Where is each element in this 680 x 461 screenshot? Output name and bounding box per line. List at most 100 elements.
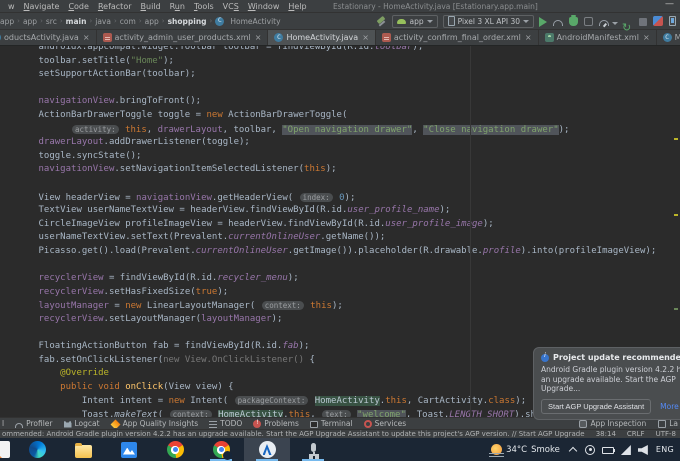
code-line[interactable]: recyclerView.setHasFixedSize(true); <box>6 286 680 300</box>
code-line[interactable]: toolbar.setTitle("Home"); <box>6 55 680 69</box>
tab-homeactivity-java[interactable]: HomeActivity.java× <box>268 30 376 45</box>
menu-item-refactor[interactable]: Refactor <box>98 2 132 11</box>
volume-icon[interactable] <box>637 445 648 455</box>
more-link[interactable]: More <box>660 402 679 411</box>
code-line[interactable]: userNameTextView.setText(Prevalent.curre… <box>6 231 680 245</box>
code-line[interactable]: drawerLayout.addDrawerListener(toggle); <box>6 136 680 150</box>
taskbar-chrome-work[interactable] <box>198 438 244 461</box>
chevron-up-icon[interactable] <box>568 445 578 455</box>
code-line[interactable]: recyclerView.setLayoutManager(layoutMana… <box>6 313 680 327</box>
breadcrumb-item-app[interactable]: app <box>145 17 159 26</box>
tab-activity-confirm-final-order-xml[interactable]: activity_confirm_final_order.xml × <box>376 30 539 45</box>
code-line[interactable]: activity: this, drawerLayout, toolbar, "… <box>6 123 680 137</box>
code-line[interactable]: androidx.appcompat.widget.Toolbar toolba… <box>6 46 680 55</box>
close-tab-icon[interactable]: × <box>643 33 650 42</box>
taskbar-photos[interactable] <box>106 438 152 461</box>
tab-mainactivity-java[interactable]: MainActivity.java× <box>657 30 680 45</box>
device-select[interactable]: Pixel 3 XL API 30 <box>442 14 534 28</box>
close-tab-icon[interactable]: × <box>255 33 262 42</box>
code-line[interactable]: navigationView.setNavigationItemSelected… <box>6 163 680 177</box>
line-separator[interactable]: CRLF <box>627 430 645 438</box>
build-hammer-icon[interactable] <box>376 16 387 27</box>
profiler-icon[interactable] <box>599 19 609 26</box>
toolwindow-problems[interactable]: Problems <box>253 419 299 428</box>
weather-widget[interactable]: 34°C Smoke <box>489 444 560 455</box>
network-icon[interactable] <box>620 445 631 455</box>
run-icon[interactable] <box>539 16 547 27</box>
language-indicator[interactable]: ENG <box>656 445 674 454</box>
caret-position[interactable]: 38:14 <box>596 430 616 438</box>
code-line[interactable]: setSupportActionBar(toolbar); <box>6 68 680 82</box>
notification-actions: Start AGP Upgrade Assistant More <box>541 398 680 414</box>
menu-item-tools[interactable]: Tools <box>194 2 214 11</box>
breadcrumb-item-homeactivity[interactable]: HomeActivity <box>230 17 280 26</box>
code-line[interactable]: CircleImageView profileImageView = heade… <box>6 218 680 232</box>
code-line[interactable]: ActionBarDrawerToggle toggle = new Actio… <box>6 109 680 123</box>
code-token: class <box>488 396 516 407</box>
taskbar-chrome[interactable] <box>152 438 198 461</box>
close-tab-icon[interactable]: × <box>362 33 369 42</box>
tab-androidmanifest-xml[interactable]: AndroidManifest.xml × <box>539 30 657 45</box>
breadcrumb-item-com[interactable]: com <box>120 17 136 26</box>
breadcrumb-item-main[interactable]: main <box>66 17 87 26</box>
debug-icon[interactable] <box>569 15 578 26</box>
breadcrumb-item-shopping[interactable]: shopping <box>168 17 207 26</box>
file-encoding[interactable]: UTF-8 <box>656 430 676 438</box>
device-manager-icon[interactable] <box>669 16 676 26</box>
attach-debugger-icon[interactable] <box>584 17 593 26</box>
start-agp-upgrade-button[interactable]: Start AGP Upgrade Assistant <box>541 398 652 414</box>
minimize-button[interactable]: — <box>665 0 674 9</box>
menu-item-code[interactable]: Code <box>68 2 89 11</box>
toolwindow-la[interactable]: La <box>658 419 678 428</box>
menu-item-build[interactable]: Build <box>141 2 161 11</box>
apply-changes-icon[interactable] <box>622 16 633 27</box>
code-line[interactable]: layoutManager = new LinearLayoutManager(… <box>6 299 680 313</box>
toolwindow-terminal[interactable]: Terminal <box>309 419 353 428</box>
toolwindow-logcat[interactable]: Logcat <box>63 419 100 428</box>
code-line[interactable] <box>6 177 680 191</box>
run-config-select[interactable]: app <box>392 14 438 28</box>
menu-item-run[interactable]: Run <box>170 2 185 11</box>
taskbar-edge[interactable] <box>14 438 60 461</box>
code-line[interactable]: navigationView.bringToFront(); <box>6 95 680 109</box>
code-line[interactable]: Picasso.get().load(Prevalent.currentOnli… <box>6 245 680 259</box>
taskbar-partial-app[interactable] <box>0 438 14 461</box>
manifest-icon <box>544 33 554 42</box>
toolwindow-l[interactable]: l <box>2 419 4 428</box>
code-token: makeText <box>114 410 158 417</box>
menu-item-vcs[interactable]: VCS <box>223 2 239 11</box>
code-line[interactable]: toggle.syncState(); <box>6 150 680 164</box>
code-line[interactable]: recyclerView = findViewById(R.id.recycle… <box>6 272 680 286</box>
menu-item-w[interactable]: w <box>8 2 15 11</box>
toolwindow-services[interactable]: Services <box>363 419 406 428</box>
close-tab-icon[interactable]: × <box>83 33 90 42</box>
breadcrumb-item-app[interactable]: app <box>23 17 37 26</box>
code-line[interactable] <box>6 326 680 340</box>
tab-oductsactivity-java[interactable]: oductsActivity.java × <box>0 30 97 45</box>
sdk-manager-icon[interactable] <box>653 16 663 26</box>
menu-item-navigate[interactable]: Navigate <box>24 2 60 11</box>
profile-app-icon[interactable] <box>553 19 563 26</box>
battery-icon[interactable] <box>601 446 615 454</box>
stop-icon[interactable] <box>639 17 647 26</box>
toolwindow-app-inspection[interactable]: App Inspection <box>579 419 646 428</box>
close-tab-icon[interactable]: × <box>525 33 532 42</box>
code-line[interactable] <box>6 259 680 273</box>
code-line[interactable]: View headerView = navigationView.getHead… <box>6 191 680 205</box>
status-message[interactable]: ommended: Android Gradle plugin version … <box>2 430 585 438</box>
user-circle-icon[interactable] <box>584 444 595 455</box>
code-line[interactable]: TextView userNameTextView = headerView.f… <box>6 204 680 218</box>
breadcrumb-item-java[interactable]: java <box>95 17 111 26</box>
tab-activity-admin-user-products-xml[interactable]: activity_admin_user_products.xml × <box>97 30 269 45</box>
toolwindow-profiler[interactable]: Profiler <box>15 419 53 428</box>
taskbar-microphone[interactable] <box>290 438 336 461</box>
toolwindow-app-quality-insights[interactable]: App Quality Insights <box>110 419 198 428</box>
breadcrumb-item-src[interactable]: src <box>46 17 57 26</box>
menu-item-window[interactable]: Window <box>248 2 280 11</box>
breadcrumb-item-app[interactable]: app <box>0 17 14 26</box>
taskbar-file-explorer[interactable] <box>60 438 106 461</box>
taskbar-android-studio[interactable] <box>244 438 290 461</box>
code-line[interactable] <box>6 82 680 96</box>
toolwindow-todo[interactable]: TODO <box>209 419 242 428</box>
menu-item-help[interactable]: Help <box>288 2 306 11</box>
